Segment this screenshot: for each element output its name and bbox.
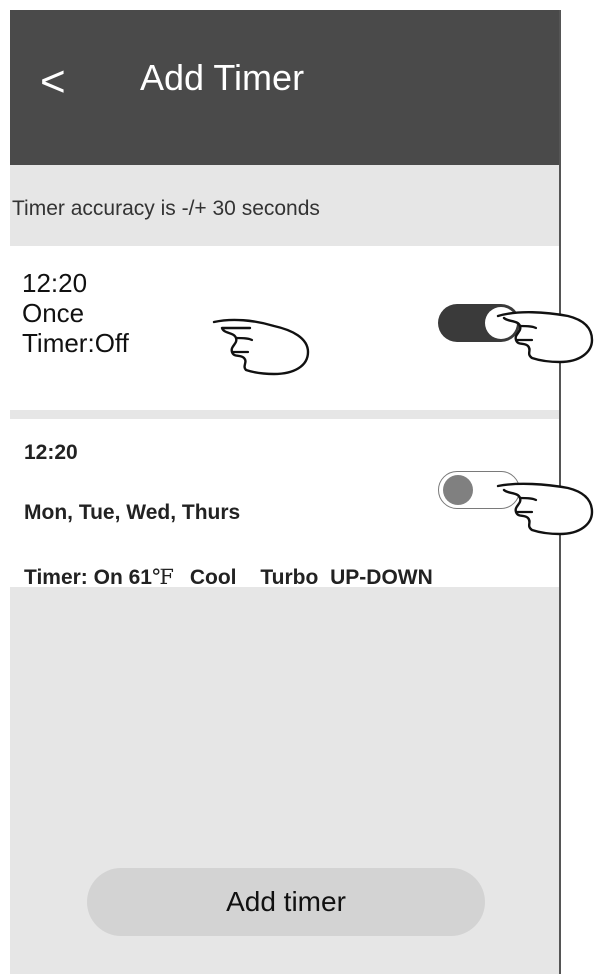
timer-repeat: Mon, Tue, Wed, Thurs (24, 501, 241, 524)
timer-status: Timer:Off (22, 328, 129, 358)
temperature-unit: ℉ (152, 565, 174, 587)
toggle-knob (443, 475, 473, 505)
app-screen: < Add Timer Timer accuracy is -/+ 30 sec… (10, 10, 560, 974)
pointing-hand-icon (496, 482, 594, 536)
pointing-hand-icon (496, 311, 594, 364)
header-bar: < Add Timer (10, 10, 560, 165)
timer-fan: Turbo (260, 566, 319, 587)
timer-details: Timer: On 61℉ Cool Turbo UP-DOWN (24, 565, 433, 587)
page-title: Add Timer (140, 57, 305, 98)
timer-status: Timer: On 61 (24, 566, 152, 587)
add-timer-button[interactable]: Add timer (87, 868, 485, 936)
timer-swing: UP-DOWN (330, 566, 433, 587)
accuracy-note: Timer accuracy is -/+ 30 seconds (12, 197, 320, 220)
back-button[interactable]: < (40, 52, 66, 112)
timer-time: 12:20 (24, 441, 78, 464)
timer-time: 12:20 (22, 268, 88, 298)
timer-mode: Cool (189, 566, 237, 587)
timer-card[interactable]: 12:20 Mon, Tue, Wed, Thurs Timer: On 61℉… (10, 419, 560, 587)
timer-repeat: Once (22, 298, 85, 328)
pointing-hand-icon (212, 318, 310, 376)
